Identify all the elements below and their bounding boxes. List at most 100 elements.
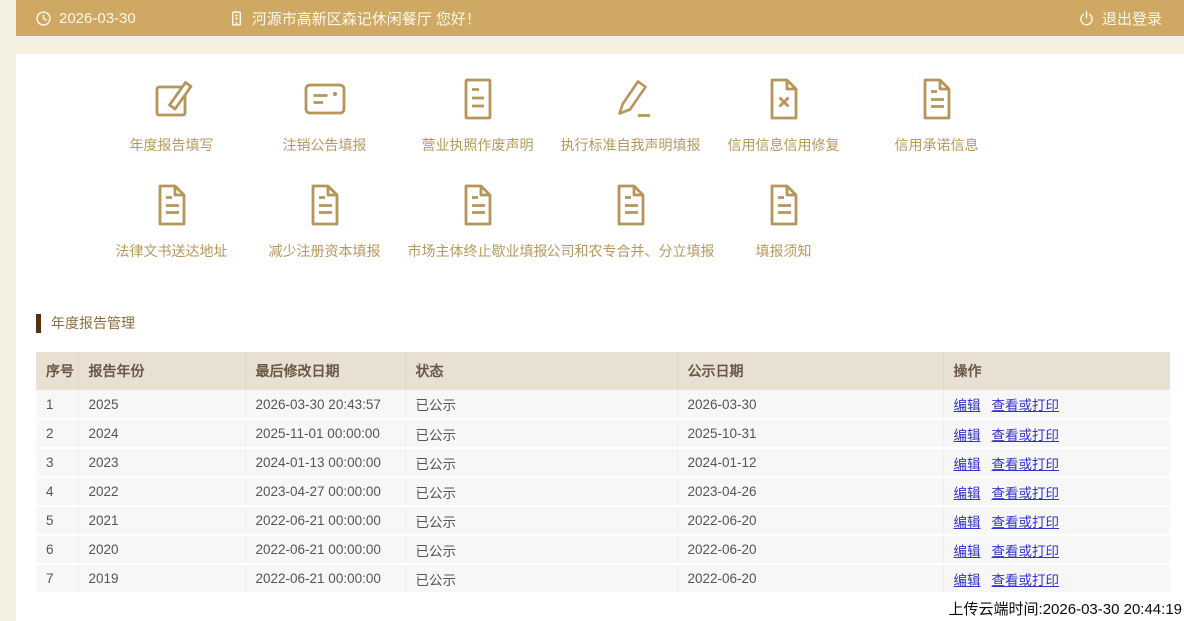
edit-link[interactable]: 编辑 [954,486,981,501]
company-greeting: 河源市高新区森记休闲餐厅 您好！ [228,8,481,29]
row-status: 已公示 [405,477,678,507]
view-or-print-link[interactable]: 查看或打印 [992,486,1060,501]
row-operations: 编辑 查看或打印 [943,535,1170,565]
row-operations: 编辑 查看或打印 [943,564,1170,594]
row-modified: 2022-06-21 00:00:00 [245,506,406,536]
table-row: 1 2025 2026-03-30 20:43:57 已公示 2026-03-30 编辑查… [36,390,1170,420]
nav-item-label: 信用承诺信息 [894,137,979,153]
row-operations: 编辑 查看或打印 [943,419,1170,449]
edit-link[interactable]: 编辑 [954,515,981,530]
row-no: 6 [36,535,79,565]
row-modified: 2022-06-21 00:00:00 [245,564,406,594]
row-operations: 编辑 查看或打印 [943,390,1170,420]
edit-link[interactable]: 编辑 [954,428,981,443]
table-row: 2 2024 2025-11-01 00:00:00 已公示 2025-10-31 编辑查… [36,419,1170,449]
greeting-text: 河源市高新区森记休闲餐厅 您好！ [251,10,481,28]
power-icon [1080,10,1093,25]
column-header-no: 序号 [36,352,79,390]
nav-item-8[interactable]: 市场主体终止歇业填报 [401,181,554,287]
nav-item-0[interactable]: 年度报告填写 [95,75,248,181]
nav-item-label: 注销公告填报 [282,137,367,153]
row-published: 2025-10-31 [677,419,944,449]
edit-link[interactable]: 编辑 [954,457,981,472]
view-or-print-link[interactable]: 查看或打印 [992,573,1060,588]
edit-link[interactable]: 编辑 [954,398,981,413]
doc-text-icon [923,78,950,120]
row-modified: 2024-01-13 00:00:00 [245,448,406,478]
column-header-year: 报告年份 [78,352,246,390]
row-published: 2026-03-30 [677,390,944,420]
column-header-published: 公示日期 [677,352,944,390]
table-row: 4 2022 2023-04-27 00:00:00 已公示 2023-04-26 编辑查… [36,477,1170,507]
table-row: 3 2023 2024-01-13 00:00:00 已公示 2024-01-12 编辑查… [36,448,1170,478]
doc-x-icon [770,78,797,120]
row-no: 4 [36,477,79,507]
current-date: 2026-03-30 [35,10,136,27]
row-year: 2022 [78,477,246,507]
row-year: 2021 [78,506,246,536]
edit-link[interactable]: 编辑 [954,544,981,559]
nav-item-5[interactable]: 信用承诺信息 [860,75,1013,181]
table-row: 5 2021 2022-06-21 00:00:00 已公示 2022-06-20 编辑查… [36,506,1170,536]
nav-item-6[interactable]: 法律文书送达地址 [95,181,248,287]
row-year: 2025 [78,390,246,420]
row-no: 2 [36,419,79,449]
function-nav-grid: 年度报告填写 注销公告填报 营业执照作废声明 执行标准自我声明填报 信用信息信用修复 信用… [95,75,1184,287]
view-or-print-link[interactable]: 查看或打印 [992,398,1060,413]
column-header-operations: 操作 [943,352,1170,390]
row-year: 2023 [78,448,246,478]
nav-item-label: 填报须知 [755,243,812,259]
clock-icon [36,10,51,26]
nav-item-7[interactable]: 减少注册资本填报 [248,181,401,287]
view-or-print-link[interactable]: 查看或打印 [992,428,1060,443]
nav-item-4[interactable]: 信用信息信用修复 [707,75,860,181]
annual-report-table: 序号 报告年份 最后修改日期 状态 公示日期 操作 1 2025 2026-03-3… [36,352,1170,594]
date-text: 2026-03-30 [59,9,136,27]
nav-item-label: 公司和农专合并、分立填报 [546,243,715,259]
edit-link[interactable]: 编辑 [954,573,981,588]
section-accent-bar [36,313,41,333]
main-panel: 年度报告填写 注销公告填报 营业执照作废声明 执行标准自我声明填报 信用信息信用修复 信用… [16,54,1184,621]
row-no: 3 [36,448,79,478]
nav-item-label: 市场主体终止歇业填报 [407,243,548,259]
nav-item-label: 年度报告填写 [129,137,214,153]
row-published: 2024-01-12 [677,448,944,478]
pencil-sign-icon [617,80,651,117]
row-year: 2019 [78,564,246,594]
doc-text-icon [464,184,491,226]
row-modified: 2022-06-21 00:00:00 [245,535,406,565]
row-operations: 编辑 查看或打印 [943,448,1170,478]
row-status: 已公示 [405,390,678,420]
doc-text-icon [158,184,185,226]
card-note-icon [304,83,345,115]
nav-item-10[interactable]: 填报须知 [707,181,860,287]
view-or-print-link[interactable]: 查看或打印 [992,515,1060,530]
row-status: 已公示 [405,506,678,536]
doc-text-icon [770,184,797,226]
doc-text-icon [617,184,644,226]
nav-item-label: 信用信息信用修复 [727,137,840,153]
row-operations: 编辑 查看或打印 [943,477,1170,507]
view-or-print-link[interactable]: 查看或打印 [992,544,1060,559]
nav-item-1[interactable]: 注销公告填报 [248,75,401,181]
nav-item-9[interactable]: 公司和农专合并、分立填报 [547,181,715,287]
upload-time-text: 上传云端时间:2026-03-30 20:44:19 [948,601,1182,618]
column-header-modified: 最后修改日期 [245,352,406,390]
nav-item-3[interactable]: 执行标准自我声明填报 [554,75,707,181]
row-modified: 2026-03-30 20:43:57 [245,390,406,420]
row-no: 1 [36,390,79,420]
logout-button[interactable]: 退出登录 [1078,8,1162,29]
section-title: 年度报告管理 [51,315,135,331]
row-no: 7 [36,564,79,594]
nav-item-label: 法律文书送达地址 [115,243,228,259]
nav-item-2[interactable]: 营业执照作废声明 [401,75,554,181]
row-published: 2022-06-20 [677,564,944,594]
column-header-status: 状态 [405,352,678,390]
row-operations: 编辑 查看或打印 [943,506,1170,536]
edit-square-icon [155,81,192,117]
nav-item-label: 减少注册资本填报 [268,243,381,259]
view-or-print-link[interactable]: 查看或打印 [992,457,1060,472]
row-no: 5 [36,506,79,536]
building-icon [231,10,241,26]
table-row: 6 2020 2022-06-21 00:00:00 已公示 2022-06-20 编辑查… [36,535,1170,565]
